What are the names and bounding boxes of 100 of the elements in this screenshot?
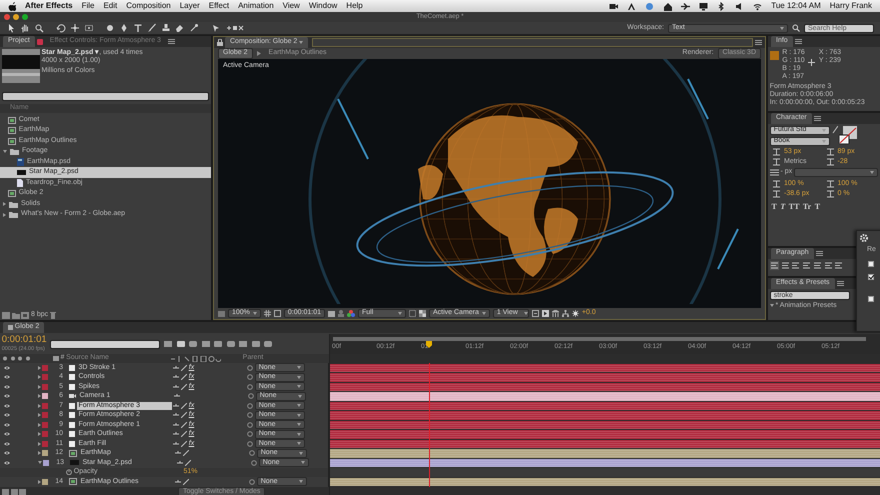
eye-icon[interactable] bbox=[4, 394, 10, 398]
panel-menu-icon[interactable] bbox=[168, 39, 175, 44]
flowchart-icon[interactable] bbox=[562, 310, 569, 317]
zoom-tool-icon[interactable] bbox=[34, 23, 44, 33]
layer-bar[interactable] bbox=[330, 364, 880, 372]
checkbox[interactable] bbox=[868, 261, 874, 268]
label-color[interactable] bbox=[42, 374, 48, 380]
shy-switch-icon[interactable] bbox=[173, 422, 180, 427]
user-name[interactable]: Harry Frank bbox=[830, 1, 872, 11]
monitor-icon[interactable] bbox=[699, 2, 708, 10]
label-color[interactable] bbox=[42, 440, 48, 447]
eye-icon[interactable] bbox=[4, 460, 10, 465]
text-style-button[interactable]: Tr bbox=[802, 202, 812, 212]
eye-icon[interactable] bbox=[4, 442, 10, 446]
label-color[interactable] bbox=[42, 412, 48, 418]
panel-menu-icon[interactable] bbox=[816, 251, 823, 256]
shy-switch-icon[interactable] bbox=[173, 442, 180, 446]
pickwhip-icon[interactable] bbox=[249, 478, 255, 485]
panel-menu-icon[interactable] bbox=[794, 39, 802, 44]
menu-item[interactable]: Effect bbox=[208, 1, 230, 11]
eye-icon[interactable] bbox=[4, 432, 10, 436]
menu-item[interactable]: Animation bbox=[238, 1, 274, 11]
gear-icon[interactable] bbox=[860, 234, 868, 242]
alignment-icon[interactable] bbox=[780, 260, 790, 270]
expand-arrow-icon[interactable] bbox=[3, 202, 6, 206]
shy-switch-icon[interactable] bbox=[177, 460, 184, 465]
grid-icon[interactable] bbox=[264, 310, 271, 317]
expand-arrow-icon[interactable] bbox=[770, 304, 774, 308]
eye-icon[interactable] bbox=[4, 404, 10, 408]
label-color[interactable] bbox=[42, 364, 48, 371]
expand-arrow-icon[interactable] bbox=[3, 212, 6, 216]
stamp-tool-icon[interactable] bbox=[161, 23, 171, 33]
checkbox[interactable] bbox=[868, 274, 874, 280]
camera-icon[interactable] bbox=[609, 2, 618, 10]
selection-tool-icon[interactable] bbox=[6, 23, 16, 33]
menu-item[interactable]: Composition bbox=[126, 1, 171, 11]
channels-icon[interactable] bbox=[347, 310, 355, 317]
align-left-button[interactable] bbox=[770, 260, 779, 270]
layer-bar[interactable] bbox=[330, 478, 880, 486]
text-style-button[interactable]: T bbox=[814, 202, 820, 212]
layer-bar[interactable] bbox=[330, 382, 880, 391]
label-color[interactable] bbox=[42, 450, 48, 456]
checkbox[interactable] bbox=[868, 296, 874, 302]
label-color[interactable] bbox=[42, 478, 48, 485]
eye-icon[interactable] bbox=[4, 375, 10, 380]
alignment-icon[interactable] bbox=[812, 260, 822, 270]
roto-brush-icon[interactable] bbox=[189, 23, 199, 33]
shy-switch-icon[interactable] bbox=[173, 375, 180, 380]
layer-bar[interactable] bbox=[330, 402, 880, 410]
text-style-button[interactable]: T bbox=[772, 202, 777, 212]
eye-icon[interactable] bbox=[4, 413, 10, 418]
shy-switch-icon[interactable] bbox=[173, 384, 180, 389]
layer-bar[interactable] bbox=[330, 440, 880, 448]
text-style-button[interactable]: TT bbox=[788, 202, 800, 212]
shy-switch-icon[interactable] bbox=[173, 413, 180, 418]
menu-item[interactable]: Layer bbox=[180, 1, 200, 11]
menu-item[interactable]: View bbox=[282, 1, 300, 11]
timeline-icon[interactable] bbox=[552, 310, 559, 317]
label-color[interactable] bbox=[42, 384, 48, 390]
pixel-aspect-icon[interactable] bbox=[532, 310, 539, 317]
playhead-marker[interactable] bbox=[426, 341, 432, 348]
alignment-icon[interactable] bbox=[824, 260, 832, 270]
text-style-button[interactable]: T bbox=[780, 202, 786, 212]
project-search-field[interactable] bbox=[2, 92, 210, 100]
expand-arrow-icon[interactable] bbox=[3, 150, 7, 153]
timecode[interactable]: 0:00:01:01 bbox=[2, 335, 47, 346]
label-color[interactable] bbox=[43, 460, 50, 466]
zoom-button[interactable] bbox=[22, 14, 28, 20]
eye-icon[interactable] bbox=[4, 422, 10, 427]
panel-menu-icon[interactable] bbox=[814, 116, 821, 121]
menu-item[interactable]: Help bbox=[346, 1, 363, 11]
shy-switch-icon[interactable] bbox=[173, 432, 180, 436]
show-snapshot-icon[interactable] bbox=[338, 310, 344, 317]
trash-icon[interactable] bbox=[50, 312, 56, 318]
menu-item[interactable]: File bbox=[82, 1, 94, 11]
minimize-button[interactable] bbox=[13, 14, 19, 20]
app-menu[interactable]: After Effects bbox=[25, 1, 73, 11]
text-tool-icon[interactable] bbox=[133, 23, 143, 33]
rotate-tool-icon[interactable] bbox=[56, 23, 66, 33]
eyedropper-icon[interactable] bbox=[832, 126, 838, 134]
exposure-icon[interactable] bbox=[572, 310, 579, 317]
label-color[interactable] bbox=[42, 393, 48, 400]
eye-icon[interactable] bbox=[4, 451, 10, 456]
menu-item[interactable]: Window bbox=[308, 1, 338, 11]
alignment-icon[interactable] bbox=[791, 260, 800, 270]
wifi-icon[interactable] bbox=[753, 2, 762, 10]
shy-switch-icon[interactable] bbox=[175, 451, 182, 456]
fast-preview-icon[interactable] bbox=[542, 310, 549, 317]
layer-bar[interactable] bbox=[330, 458, 880, 467]
brush-tool-icon[interactable] bbox=[147, 23, 157, 33]
menu-item[interactable]: Edit bbox=[103, 1, 118, 11]
eye-icon[interactable] bbox=[4, 366, 10, 370]
mask-icon[interactable] bbox=[274, 310, 281, 317]
hand-tool-icon[interactable] bbox=[20, 23, 30, 33]
ellipse-tool-icon[interactable] bbox=[105, 23, 115, 33]
fill-stroke-swatch-icon[interactable] bbox=[839, 126, 858, 144]
eye-icon[interactable] bbox=[4, 384, 10, 389]
alignment-icon[interactable] bbox=[834, 260, 844, 270]
panel-menu-icon[interactable] bbox=[836, 281, 844, 286]
close-button[interactable] bbox=[4, 14, 10, 20]
